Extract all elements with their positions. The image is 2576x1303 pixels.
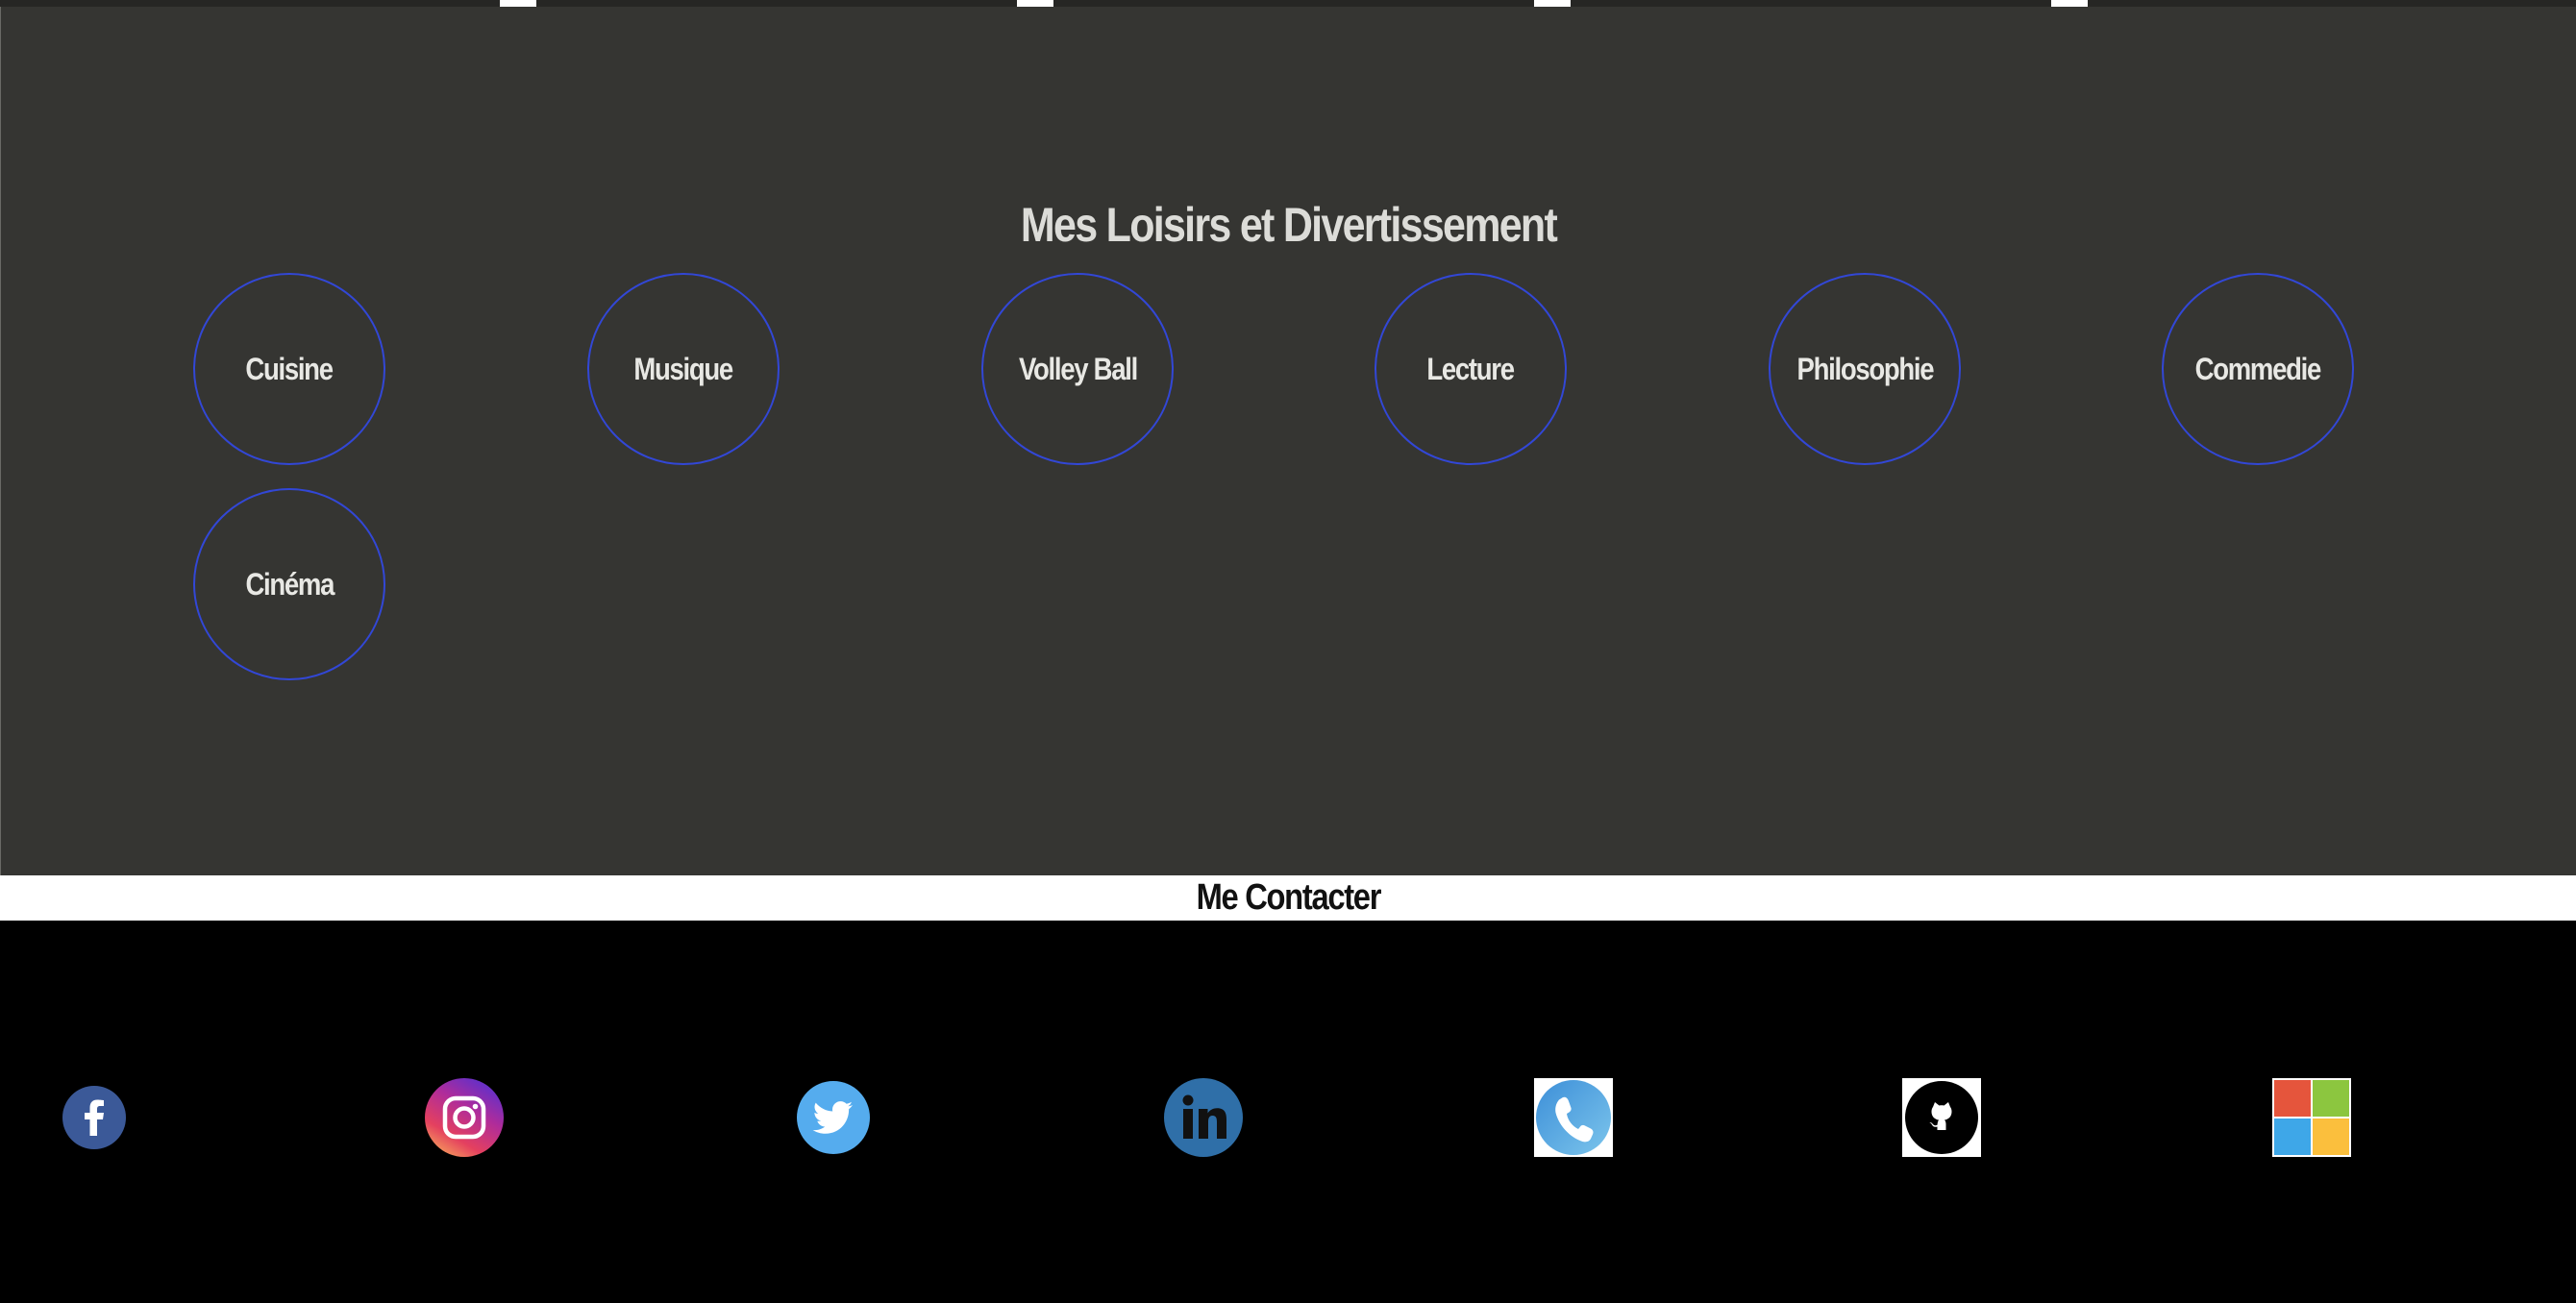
hobby-commedie[interactable]: Commedie xyxy=(2162,273,2354,465)
facebook-link[interactable] xyxy=(62,1086,126,1149)
top-strip xyxy=(0,0,2576,7)
linkedin-link[interactable] xyxy=(1164,1078,1243,1157)
github-link[interactable] xyxy=(1902,1078,1981,1157)
contact-header: Me Contacter xyxy=(0,875,2576,921)
hobby-philosophie[interactable]: Philosophie xyxy=(1769,273,1961,465)
hobby-label: Commedie xyxy=(2194,351,2322,386)
hobby-lecture[interactable]: Lecture xyxy=(1375,273,1567,465)
hobby-volley-ball[interactable]: Volley Ball xyxy=(981,273,1174,465)
instagram-link[interactable] xyxy=(425,1078,504,1157)
hobbies-title: Mes Loisirs et Divertissement xyxy=(1020,198,1558,252)
strip-marker xyxy=(2051,0,2088,7)
hobby-label: Lecture xyxy=(1426,351,1516,386)
microsoft-link[interactable] xyxy=(2272,1078,2351,1157)
phone-link[interactable] xyxy=(1534,1078,1613,1157)
hobby-label: Musique xyxy=(633,351,734,386)
hobby-label: Volley Ball xyxy=(1018,351,1138,386)
strip-marker xyxy=(500,0,536,7)
contact-title: Me Contacter xyxy=(1196,877,1381,918)
strip-marker xyxy=(1017,0,1053,7)
hobby-label: Cinéma xyxy=(245,566,334,602)
hobby-cinema[interactable]: Cinéma xyxy=(193,488,385,680)
twitter-link[interactable] xyxy=(797,1081,870,1154)
hobby-cuisine[interactable]: Cuisine xyxy=(193,273,385,465)
microsoft-icon xyxy=(2272,1078,2351,1157)
facebook-icon xyxy=(62,1086,126,1149)
github-icon xyxy=(1902,1078,1981,1157)
instagram-icon xyxy=(425,1078,504,1157)
hobby-musique[interactable]: Musique xyxy=(587,273,780,465)
social-footer xyxy=(0,921,2576,1303)
strip-marker xyxy=(1534,0,1571,7)
twitter-icon xyxy=(797,1081,870,1154)
hobbies-section: Mes Loisirs et Divertissement Cuisine Mu… xyxy=(0,7,2576,875)
hobby-label: Philosophie xyxy=(1796,351,1934,386)
hobby-label: Cuisine xyxy=(245,351,334,386)
linkedin-icon xyxy=(1164,1078,1243,1157)
phone-icon xyxy=(1534,1078,1613,1157)
